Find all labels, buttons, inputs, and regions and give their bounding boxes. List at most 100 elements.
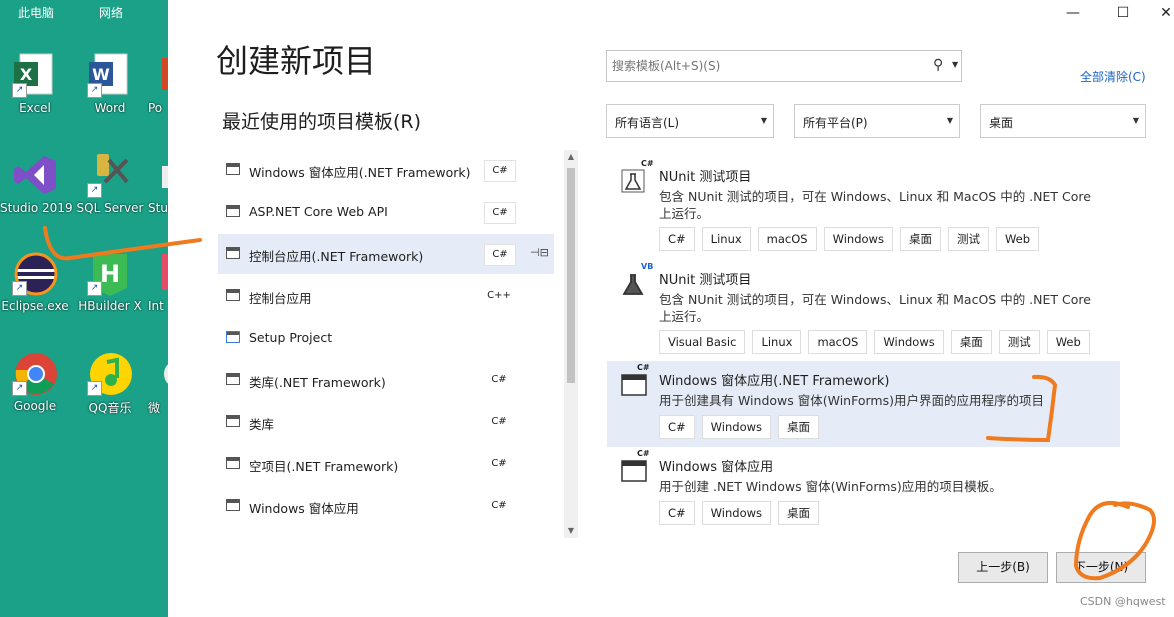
recent-item-winforms[interactable]: Windows 窗体应用 C# [218,486,554,526]
recent-item-library-framework[interactable]: 类库(.NET Framework) C# [218,360,554,400]
recent-item-name: ASP.NET Core Web API [249,204,388,219]
next-button[interactable]: 下一步(N) [1056,552,1146,583]
chevron-down-icon[interactable]: ▼ [952,60,958,69]
language-badge: C# [491,416,507,427]
template-nunit-csharp[interactable]: C# NUnit 测试项目 包含 NUnit 测试的项目，可在 Windows、… [607,157,1120,257]
library-icon [226,373,240,385]
template-title: Windows 窗体应用(.NET Framework) [659,374,890,389]
desktop-icon-powerpoint[interactable]: Po [148,52,168,115]
chrome-icon: ↗ [12,350,58,396]
create-project-dialog: — ☐ ✕ 创建新项目 最近使用的项目模板(R) Windows 窗体应用(.N… [168,0,1174,617]
recent-item-name: 类库(.NET Framework) [249,375,386,390]
recent-item-name: Windows 窗体应用(.NET Framework) [249,165,471,180]
project-type-filter-dropdown[interactable]: 桌面 ▼ [980,104,1146,138]
desktop-icon-visual-studio[interactable]: Studio 2019 [0,152,73,215]
desktop-icon-label: Word [94,101,126,115]
back-button[interactable]: 上一步(B) [958,552,1048,583]
console-icon [226,247,240,259]
language-badge: C# [484,202,516,224]
desktop-icon-word[interactable]: W ↗ Word [75,52,145,115]
shortcut-arrow-icon: ↗ [87,281,102,296]
desktop-label-this-pc[interactable]: 此电脑 [18,4,54,21]
template-title: Windows 窗体应用 [659,460,774,475]
desktop-icon-intellij[interactable]: Int [148,250,168,313]
recent-item-setup-project[interactable]: Setup Project [218,318,554,358]
tag: Web [1046,330,1090,354]
sql-server-icon: ↗ [87,152,133,198]
recent-item-library[interactable]: 类库 C# [218,402,554,442]
recent-item-winforms-framework[interactable]: Windows 窗体应用(.NET Framework) C# [218,150,554,190]
console-icon [226,289,240,301]
template-tags: Visual Basic Linux macOS Windows 桌面 测试 W… [659,330,1090,354]
recent-list-scrollbar[interactable]: ▲ ▼ [564,150,578,538]
recent-item-name: 控制台应用 [249,291,312,306]
template-description: 用于创建 .NET Windows 窗体(WinForms)应用的项目模板。 [659,479,1002,494]
recent-templates-heading: 最近使用的项目模板(R) [222,111,422,133]
setup-icon [226,331,240,343]
desktop-icon-label: HBuilder X [78,299,142,313]
tag: C# [659,415,695,439]
desktop-icon-qq-music[interactable]: ↗ QQ音乐 [75,350,145,416]
desktop-icon-excel[interactable]: X ↗ Excel [0,52,70,115]
tag: C# [659,501,695,525]
recent-item-aspnet-web-api[interactable]: ASP.NET Core Web API C# [218,192,554,232]
template-winforms[interactable]: C# Windows 窗体应用 用于创建 .NET Windows 窗体(Win… [607,447,1120,533]
qq-music-icon: ↗ [87,350,133,396]
svg-text:X: X [20,65,33,84]
clear-all-link[interactable]: 全部清除(C) [1080,68,1146,85]
tag: Linux [701,227,751,251]
recent-item-console-cpp[interactable]: 控制台应用 C++ [218,276,554,316]
template-language-badge: C# [641,159,654,168]
desktop-background: 此电脑 网络 X ↗ Excel W ↗ Word Po Studio 2019… [0,0,168,617]
pin-icon[interactable]: ⊣⊟ [530,246,549,259]
desktop-icon-label: Int [148,299,164,313]
tag: 桌面 [899,227,941,251]
platform-filter-value: 所有平台(P) [803,116,868,130]
tag: C# [659,227,695,251]
recent-item-name: 空项目(.NET Framework) [249,459,399,474]
template-tags: C# Windows 桌面 [659,415,820,439]
template-nunit-vb[interactable]: VB NUnit 测试项目 包含 NUnit 测试的项目，可在 Windows、… [607,260,1120,360]
desktop-icon-studio[interactable]: Stu [148,152,168,215]
svg-text:H: H [100,260,120,288]
maximize-button[interactable]: ☐ [1100,0,1146,26]
desktop-icon-chrome[interactable]: ↗ Google [0,350,70,413]
language-filter-dropdown[interactable]: 所有语言(L) ▼ [606,104,774,138]
tag: Visual Basic [659,330,746,354]
language-badge: C# [491,374,507,385]
desktop-icon-label: Stu [148,201,168,215]
desktop-icon-hbuilder[interactable]: H ↗ HBuilder X [75,250,145,313]
recent-item-empty-project[interactable]: 空项目(.NET Framework) C# [218,444,554,484]
scroll-up-icon[interactable]: ▲ [564,150,578,164]
template-tags: C# Linux macOS Windows 桌面 测试 Web [659,227,1040,251]
scrollbar-thumb[interactable] [567,168,575,383]
template-language-badge: C# [637,363,650,372]
project-type-filter-value: 桌面 [989,116,1014,130]
winforms-icon [621,374,647,396]
desktop-icon-eclipse[interactable]: ↗ Eclipse.exe [0,250,70,313]
template-title: NUnit 测试项目 [659,273,752,288]
excel-icon: X ↗ [12,52,58,98]
template-description: 包含 NUnit 测试的项目，可在 Windows、Linux 和 MacOS … [659,189,1091,221]
close-button[interactable]: ✕ [1143,0,1174,26]
scroll-down-icon[interactable]: ▼ [564,524,578,538]
platform-filter-dropdown[interactable]: 所有平台(P) ▼ [794,104,960,138]
recent-item-name: 控制台应用(.NET Framework) [249,249,424,264]
desktop-icon-sql-server[interactable]: ↗ SQL Server [75,152,145,215]
search-icon[interactable]: ⚲ [933,57,943,73]
recent-item-name: Windows 窗体应用 [249,501,359,516]
desktop-icon-wechat[interactable]: 微 [148,350,168,416]
minimize-button[interactable]: — [1050,0,1096,26]
wechat-icon [160,350,168,396]
desktop-label-network[interactable]: 网络 [99,4,123,21]
search-input[interactable] [606,50,962,82]
template-winforms-framework[interactable]: C# Windows 窗体应用(.NET Framework) 用于创建具有 W… [607,361,1120,447]
recent-item-console-framework[interactable]: 控制台应用(.NET Framework) C# ⊣⊟ [218,234,554,274]
intellij-icon [160,250,168,296]
tag: 测试 [947,227,989,251]
tag: Windows [874,330,944,354]
chevron-down-icon: ▼ [760,116,767,125]
language-badge: C# [484,160,516,182]
shortcut-arrow-icon: ↗ [12,281,27,296]
tag: Windows [701,415,772,439]
